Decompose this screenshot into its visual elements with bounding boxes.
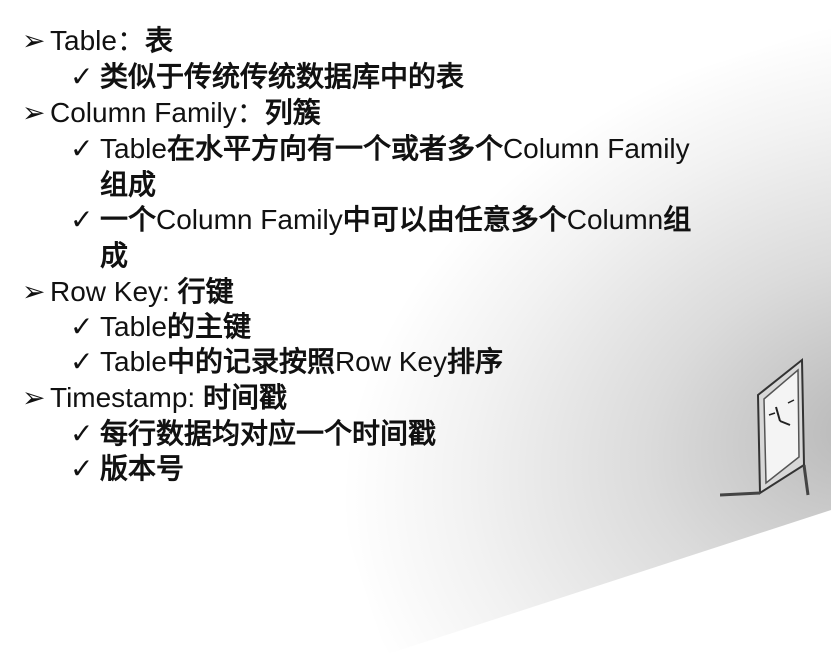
check-icon: ✓ <box>70 452 94 485</box>
check-icon: ✓ <box>70 417 94 450</box>
check-icon: ✓ <box>70 203 94 236</box>
arrow-bullet-icon: ➢ <box>22 96 46 129</box>
sub-bullet-timestamp-2: ✓ 版本号 <box>70 452 185 485</box>
sub-bullet-cf-2-cont: 成 <box>100 239 129 272</box>
arrow-bullet-icon: ➢ <box>22 24 46 57</box>
bullet-timestamp: ➢ Timestamp: 时间戳 <box>22 381 288 414</box>
check-icon: ✓ <box>70 60 94 93</box>
sub-bullet-timestamp-1: ✓ 每行数据均对应一个时间戳 <box>70 417 437 450</box>
bullet-table: ➢ Table：表 <box>22 24 173 57</box>
check-icon: ✓ <box>70 310 94 343</box>
check-icon: ✓ <box>70 345 94 378</box>
arrow-bullet-icon: ➢ <box>22 381 46 414</box>
sub-bullet-cf-1: ✓ Table在水平方向有一个或者多个Column Family <box>70 132 690 165</box>
bullet-row-key: ➢ Row Key: 行键 <box>22 275 234 308</box>
clock-illustration <box>720 357 810 497</box>
decorative-shadow <box>244 25 831 655</box>
sub-bullet-cf-1-cont: 组成 <box>100 168 157 201</box>
sub-bullet-row-key-1: ✓ Table的主键 <box>70 310 251 343</box>
check-icon: ✓ <box>70 132 94 165</box>
sub-bullet-table-desc: ✓ 类似于传统传统数据库中的表 <box>70 60 465 93</box>
bullet-column-family: ➢ Column Family：列簇 <box>22 96 321 129</box>
arrow-bullet-icon: ➢ <box>22 275 46 308</box>
sub-bullet-row-key-2: ✓ Table中的记录按照Row Key排序 <box>70 345 504 378</box>
sub-bullet-cf-2: ✓ 一个Column Family中可以由任意多个Column组 <box>70 203 692 236</box>
